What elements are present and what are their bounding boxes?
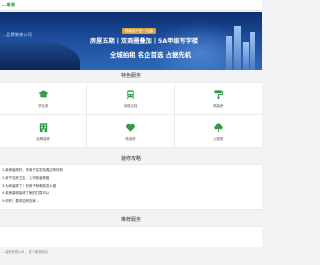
banner-slogan: 全城拍租 名企首选 占据先机 xyxy=(110,51,192,59)
guide-list: 1.新房装修好，作用于住宅及周边有好转 2.房子交房卫生：上市前装修做 3.为你… xyxy=(0,164,262,210)
guide-link[interactable]: 1.新房装修好，作用于住宅及周边有好转 xyxy=(2,167,260,175)
page: …南装 …品牌装修公司 精装修户型一站通 房屋五期丨双商圈叠加丨5A甲级写字楼 … xyxy=(0,0,262,265)
school-icon xyxy=(38,90,49,98)
guide-link[interactable]: 5.你好！要求如何在家… xyxy=(2,198,260,206)
tower-illustration xyxy=(250,32,255,70)
feature-item-selected[interactable]: 精选房 xyxy=(87,115,175,147)
banner-brand: …品牌装修公司 xyxy=(2,32,33,37)
site-logo[interactable]: …南装 xyxy=(2,2,16,8)
feature-item-decorated[interactable]: 精装房 xyxy=(174,83,262,115)
feature-item-park[interactable]: 公园房 xyxy=(175,115,262,147)
feature-item-subway[interactable]: 地铁沿线 xyxy=(87,83,175,115)
tree-icon xyxy=(214,122,223,132)
subway-icon xyxy=(126,90,135,100)
feature-label: 学区房 xyxy=(38,104,49,108)
features-grid: 学区房 地铁沿线 精装房 品牌装修 精选房 公园房 xyxy=(0,82,262,148)
guide-title: 装修攻略 xyxy=(120,156,141,162)
guide-link[interactable]: 2.房子交房卫生：上市前装修做 xyxy=(2,175,260,183)
heart-icon xyxy=(126,123,135,132)
hero-banner[interactable]: …品牌装修公司 精装修户型一站通 房屋五期丨双商圈叠加丨5A甲级写字楼 全城拍租… xyxy=(0,12,262,70)
recommend-title: 推荐服务 xyxy=(120,217,141,223)
top-bar: …南装 xyxy=(0,0,262,11)
features-title: 特色服务 xyxy=(120,73,141,79)
feature-label: 精选房 xyxy=(125,136,136,141)
feature-label: 公园房 xyxy=(213,136,224,141)
feature-label: 品牌装修 xyxy=(36,136,50,141)
guide-link[interactable]: 3.为你装修了！好房子和邮政怎么做 xyxy=(2,183,260,191)
feature-label: 地铁沿线 xyxy=(123,104,138,108)
feature-item-brand[interactable]: 品牌装修 xyxy=(0,115,88,147)
banner-tag: 精装修户型一站通 xyxy=(122,28,156,34)
building-icon xyxy=(39,122,47,132)
feature-item-school-district[interactable]: 学区房 xyxy=(0,83,88,115)
footer-text: …装修有限公司 ，首个服务网站 xyxy=(2,250,48,254)
tower-illustration xyxy=(226,36,232,70)
banner-headline: 房屋五期丨双商圈叠加丨5A甲级写字楼 xyxy=(90,38,199,45)
banner-hill xyxy=(0,42,80,70)
recommend-panel xyxy=(0,226,262,247)
tower-illustration xyxy=(234,26,241,70)
guide-link[interactable]: 4.老房装修装修了家的打算可以 xyxy=(2,190,260,198)
roller-icon xyxy=(214,90,223,100)
tower-illustration xyxy=(243,42,249,70)
feature-label: 精装房 xyxy=(213,104,224,108)
